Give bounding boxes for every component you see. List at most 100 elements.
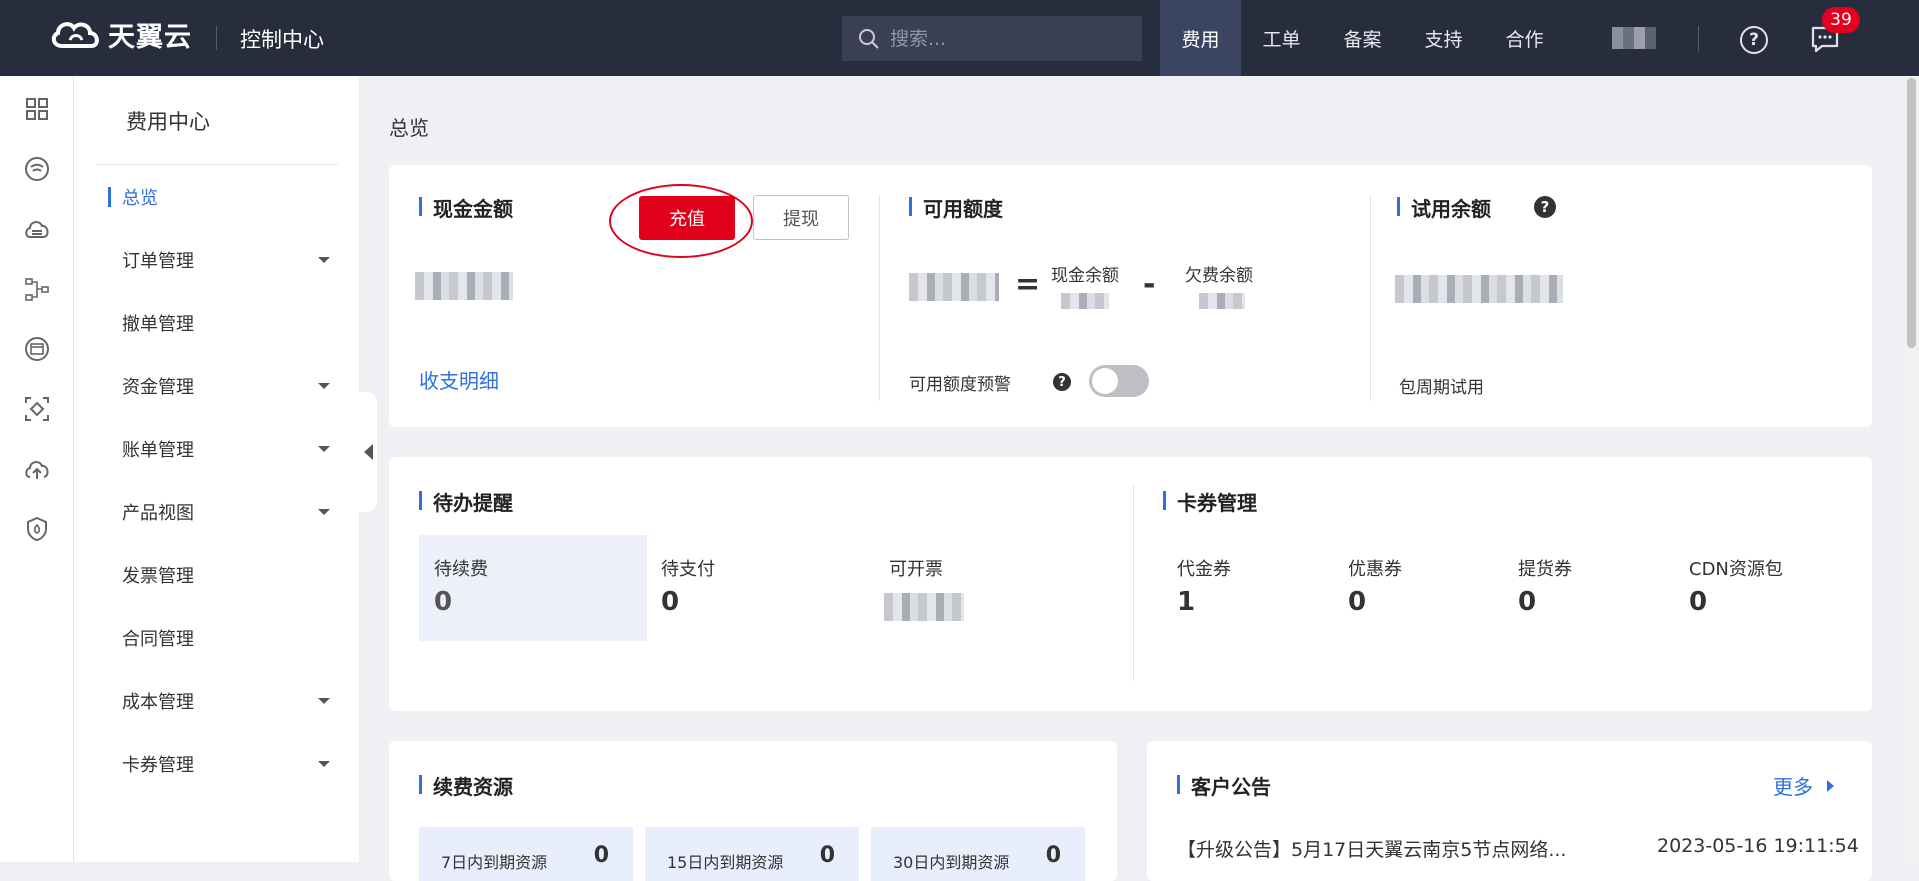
billing-sidebar: 费用中心 总览 订单管理 撤单管理 资金管理 账单管理 产品视图 发票管理 合同… (74, 76, 359, 862)
sidebar-item-label: 资金管理 (122, 377, 194, 398)
search-icon (859, 28, 879, 49)
renewal-30d-label: 30日内到期资源 (893, 853, 1010, 872)
sidebar-item-label: 发票管理 (122, 566, 194, 587)
cloud-upload-icon[interactable] (22, 454, 52, 484)
breadcrumb: 总览 (389, 116, 429, 140)
more-link[interactable]: 更多 (1773, 771, 1834, 800)
coupon-label-discount: 优惠券 (1348, 559, 1402, 580)
sidebar-item-product-view[interactable]: 产品视图 (122, 492, 342, 532)
window-icon[interactable] (22, 334, 52, 364)
coupon-value-cdn[interactable]: 0 (1689, 587, 1707, 617)
question-circle-icon[interactable]: ? (1740, 26, 1768, 54)
top-navigation-bar: 天翼云 控制中心 费用 工单 备案 支持 合作 ? 39 (0, 0, 1919, 76)
nav-fees[interactable]: 费用 (1160, 0, 1241, 76)
renewal-30d[interactable]: 30日内到期资源 0 (871, 827, 1085, 881)
renewal-7d-value: 0 (593, 843, 609, 868)
scrollbar-thumb[interactable] (1907, 78, 1916, 348)
announcement-card: 客户公告 更多 【升级公告】5月17日天翼云南京5节点网络... 2023-05… (1147, 741, 1872, 881)
credit-alert-label: 可用额度预警 (909, 375, 1011, 395)
owed-balance-label: 欠费余额 (1185, 266, 1253, 286)
todo-value-invoice-redacted (884, 593, 964, 621)
owed-balance-value-redacted (1199, 293, 1245, 309)
todo-value-renew[interactable]: 0 (434, 587, 452, 617)
sidebar-item-label: 成本管理 (122, 692, 194, 713)
available-credit-value-redacted (909, 273, 999, 301)
renewal-7d[interactable]: 7日内到期资源 0 (419, 827, 633, 881)
todo-label-renew: 待续费 (434, 559, 488, 580)
toggle-knob (1092, 368, 1118, 394)
shield-icon[interactable] (22, 514, 52, 544)
credit-alert-toggle[interactable] (1089, 365, 1149, 397)
help-icon[interactable]: ? (1053, 373, 1071, 391)
todo-title: 待办提醒 (419, 487, 513, 516)
console-title[interactable]: 控制中心 (240, 24, 324, 54)
todo-value-pay[interactable]: 0 (661, 587, 679, 617)
product-icon-bar (0, 76, 74, 862)
sidebar-item-label: 撤单管理 (122, 314, 194, 335)
scan-icon[interactable] (22, 394, 52, 424)
divider (879, 195, 880, 401)
sidebar-item-costs[interactable]: 成本管理 (122, 681, 342, 721)
todo-coupon-card: 待办提醒 待续费 0 待支付 0 可开票 卡券管理 代金券 1 优惠券 0 提货… (389, 457, 1872, 711)
sidebar-item-orders[interactable]: 订单管理 (122, 240, 342, 280)
coupon-value-discount[interactable]: 0 (1348, 587, 1366, 617)
sidebar-item-invoices[interactable]: 发票管理 (122, 555, 342, 595)
logo[interactable]: 天翼云 (48, 16, 192, 53)
announcement-item[interactable]: 【升级公告】5月17日天翼云南京5节点网络... (1177, 835, 1597, 862)
sidebar-item-label: 合同管理 (122, 629, 194, 650)
nav-support[interactable]: 支持 (1403, 0, 1484, 76)
sidebar-item-label: 产品视图 (122, 503, 194, 524)
active-indicator (108, 187, 111, 207)
network-icon[interactable] (22, 154, 52, 184)
caret-right-icon (1827, 779, 1834, 792)
nav-tickets[interactable]: 工单 (1241, 0, 1322, 76)
nav-partner[interactable]: 合作 (1484, 0, 1565, 76)
caret-down-icon (318, 257, 330, 263)
avatar[interactable] (1612, 27, 1656, 49)
renewal-15d-value: 0 (819, 843, 835, 868)
available-credit-title: 可用额度 (909, 193, 1003, 222)
nav-filing[interactable]: 备案 (1322, 0, 1403, 76)
sidebar-item-bills[interactable]: 账单管理 (122, 429, 342, 469)
sidebar-item-contracts[interactable]: 合同管理 (122, 618, 342, 658)
trial-balance-title: 试用余额 (1397, 193, 1491, 222)
divider (1370, 195, 1371, 401)
renewal-30d-value: 0 (1045, 843, 1061, 868)
trial-subscription-label: 包周期试用 (1399, 378, 1484, 398)
recharge-button[interactable]: 充值 (639, 196, 735, 240)
coupon-value-voucher[interactable]: 1 (1177, 587, 1195, 617)
equals-sign: = (1015, 267, 1041, 302)
coupon-value-pickup[interactable]: 0 (1518, 587, 1536, 617)
search-box[interactable] (842, 16, 1142, 61)
sidebar-item-funds[interactable]: 资金管理 (122, 366, 342, 406)
cash-balance-label: 现金余额 (1051, 266, 1119, 286)
topology-icon[interactable] (22, 274, 52, 304)
sidebar-item-coupons[interactable]: 卡券管理 (122, 744, 342, 784)
top-nav: 费用 工单 备案 支持 合作 (1160, 0, 1565, 76)
caret-down-icon (318, 383, 330, 389)
balance-card: 现金金额 充值 提现 收支明细 可用额度 = 现金余额 - 欠费余额 可用额度预… (389, 165, 1872, 427)
help-icon[interactable]: ? (1534, 196, 1556, 218)
sidebar-item-overview[interactable]: 总览 (108, 177, 342, 217)
dashboard-grid-icon[interactable] (22, 94, 52, 124)
renewal-card: 续费资源 7日内到期资源 0 15日内到期资源 0 30日内到期资源 0 (389, 741, 1117, 881)
cash-amount-value-redacted (415, 272, 513, 300)
search-input[interactable] (890, 27, 1120, 50)
sidebar-item-cancellations[interactable]: 撤单管理 (122, 303, 342, 343)
transaction-details-link[interactable]: 收支明细 (419, 365, 499, 394)
divider (1133, 485, 1134, 681)
coupon-label-cdn: CDN资源包 (1689, 559, 1783, 580)
withdraw-button[interactable]: 提现 (753, 195, 849, 240)
announcement-date: 2023-05-16 19:11:54 (1657, 835, 1859, 857)
announcement-title: 客户公告 (1177, 771, 1271, 800)
renewal-15d[interactable]: 15日内到期资源 0 (645, 827, 859, 881)
sidebar-item-label: 订单管理 (122, 251, 194, 272)
todo-label-pay: 待支付 (661, 559, 715, 580)
page-scrollbar[interactable] (1904, 76, 1919, 862)
todo-label-invoice: 可开票 (889, 559, 943, 580)
renewal-7d-label: 7日内到期资源 (441, 853, 548, 872)
minus-sign: - (1143, 267, 1156, 302)
main-content: 总览 现金金额 充值 提现 收支明细 可用额度 = 现金余额 - 欠费余额 可用… (359, 76, 1904, 881)
cloud-server-icon[interactable] (22, 214, 52, 244)
cash-amount-title: 现金金额 (419, 193, 513, 222)
